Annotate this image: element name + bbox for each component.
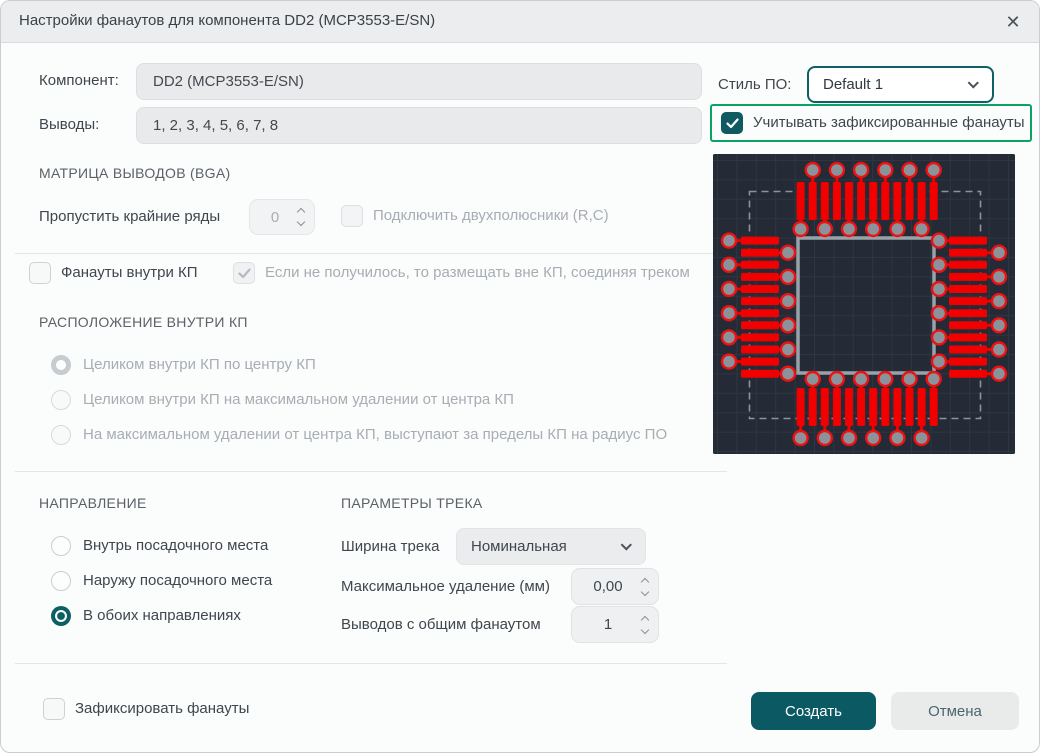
fix-fanouts-label: Зафиксировать фанауты xyxy=(75,700,250,717)
placement-option-max-inside: Целиком внутри КП на максимальном удален… xyxy=(51,390,514,410)
placement-option-label: На максимальном удалении от центра КП, в… xyxy=(83,426,668,443)
titlebar: Настройки фанаутов для компонента DD2 (M… xyxy=(1,1,1039,43)
divider xyxy=(15,471,727,472)
chevron-down-icon xyxy=(967,76,979,89)
cancel-button[interactable]: Отмена xyxy=(891,692,1019,730)
max-distance-label: Максимальное удаление (мм) xyxy=(341,578,550,595)
divider xyxy=(15,663,727,664)
two-pole-label: Подключить двухполюсники (R,C) xyxy=(373,207,609,224)
track-width-select[interactable]: Номинальная xyxy=(456,528,646,565)
skip-rows-value: 0 xyxy=(270,208,280,226)
direction-option-both[interactable]: В обоих направлениях xyxy=(51,606,241,626)
track-width-value: Номинальная xyxy=(471,538,567,555)
dialog-title: Настройки фанаутов для компонента DD2 (M… xyxy=(19,12,436,29)
create-button[interactable]: Создать xyxy=(751,692,876,730)
respect-fixed-checkbox[interactable] xyxy=(721,112,743,134)
fallback-checkbox xyxy=(233,262,255,284)
pins-field: 1, 2, 3, 4, 5, 6, 7, 8 xyxy=(136,107,702,144)
two-pole-checkbox xyxy=(341,205,363,227)
skip-rows-label: Пропустить крайние ряды xyxy=(39,208,221,225)
radio-selected[interactable] xyxy=(51,606,71,626)
respect-fixed-highlight: Учитывать зафиксированные фанауты xyxy=(710,104,1032,142)
fix-fanouts-checkbox[interactable] xyxy=(43,698,65,720)
radio-selected-disabled xyxy=(51,355,71,375)
direction-section-header: НАПРАВЛЕНИЕ xyxy=(39,495,147,511)
fallback-row: Если не получилось, то размещать вне КП,… xyxy=(233,262,690,284)
close-icon[interactable]: ✕ xyxy=(999,8,1027,36)
fix-fanouts-row: Зафиксировать фанауты xyxy=(43,698,249,720)
chevron-down-icon xyxy=(620,538,632,551)
stepper-arrows[interactable] xyxy=(640,615,650,634)
stepper-up-icon[interactable] xyxy=(640,615,650,624)
direction-option-inward[interactable]: Внутрь посадочного места xyxy=(51,536,268,556)
stepper-down-icon[interactable] xyxy=(640,625,650,634)
skip-rows-stepper: 0 xyxy=(249,199,315,235)
pins-value: 1, 2, 3, 4, 5, 6, 7, 8 xyxy=(153,117,279,134)
max-distance-stepper[interactable]: 0,00 xyxy=(571,568,659,605)
po-style-label: Стиль ПО: xyxy=(718,76,792,93)
po-style-value: Default 1 xyxy=(823,76,884,93)
inside-pad-row: Фанауты внутри КП xyxy=(29,262,198,284)
inside-pad-label: Фанауты внутри КП xyxy=(61,264,198,281)
common-fanout-label: Выводов с общим фанаутом xyxy=(341,616,541,633)
two-pole-row: Подключить двухполюсники (R,C) xyxy=(341,205,609,227)
bga-section-header: МАТРИЦА ВЫВОДОВ (BGA) xyxy=(39,165,231,181)
component-label: Компонент: xyxy=(39,72,119,89)
direction-option-label: Внутрь посадочного места xyxy=(83,537,269,554)
inside-pad-checkbox[interactable] xyxy=(29,262,51,284)
common-fanout-value: 1 xyxy=(603,616,613,633)
footprint-preview xyxy=(713,154,1015,454)
radio-unselected[interactable] xyxy=(51,571,71,591)
component-field: DD2 (MCP3553-E/SN) xyxy=(136,63,702,100)
stepper-arrows xyxy=(296,207,306,227)
direction-option-label: Наружу посадочного места xyxy=(83,572,273,589)
stepper-down-icon xyxy=(296,217,306,227)
track-width-label: Ширина трека xyxy=(341,538,440,555)
po-style-select[interactable]: Default 1 xyxy=(807,66,994,103)
placement-option-label: Целиком внутри КП по центру КП xyxy=(83,356,316,373)
max-distance-value: 0,00 xyxy=(593,578,623,595)
radio-unselected-disabled xyxy=(51,425,71,445)
track-section-header: ПАРАМЕТРЫ ТРЕКА xyxy=(341,495,483,511)
placement-option-max-outside: На максимальном удалении от центра КП, в… xyxy=(51,425,667,445)
pins-label: Выводы: xyxy=(39,116,100,133)
stepper-down-icon[interactable] xyxy=(640,587,650,596)
checkmark-icon xyxy=(725,118,739,128)
placement-section-header: РАСПОЛОЖЕНИЕ ВНУТРИ КП xyxy=(39,314,248,330)
common-fanout-stepper[interactable]: 1 xyxy=(571,606,659,643)
placement-option-center: Целиком внутри КП по центру КП xyxy=(51,355,316,375)
fallback-label: Если не получилось, то размещать вне КП,… xyxy=(265,264,690,281)
respect-fixed-label: Учитывать зафиксированные фанауты xyxy=(753,114,1025,131)
direction-option-outward[interactable]: Наружу посадочного места xyxy=(51,571,272,591)
stepper-up-icon xyxy=(296,207,306,217)
radio-unselected-disabled xyxy=(51,390,71,410)
stepper-arrows[interactable] xyxy=(640,577,650,596)
stepper-up-icon[interactable] xyxy=(640,577,650,586)
divider xyxy=(15,253,727,254)
fanout-settings-dialog: Настройки фанаутов для компонента DD2 (M… xyxy=(0,0,1040,753)
component-value: DD2 (MCP3553-E/SN) xyxy=(153,73,304,90)
direction-option-label: В обоих направлениях xyxy=(83,607,241,624)
radio-unselected[interactable] xyxy=(51,536,71,556)
placement-option-label: Целиком внутри КП на максимальном удален… xyxy=(83,391,514,408)
checkmark-icon xyxy=(237,268,251,278)
